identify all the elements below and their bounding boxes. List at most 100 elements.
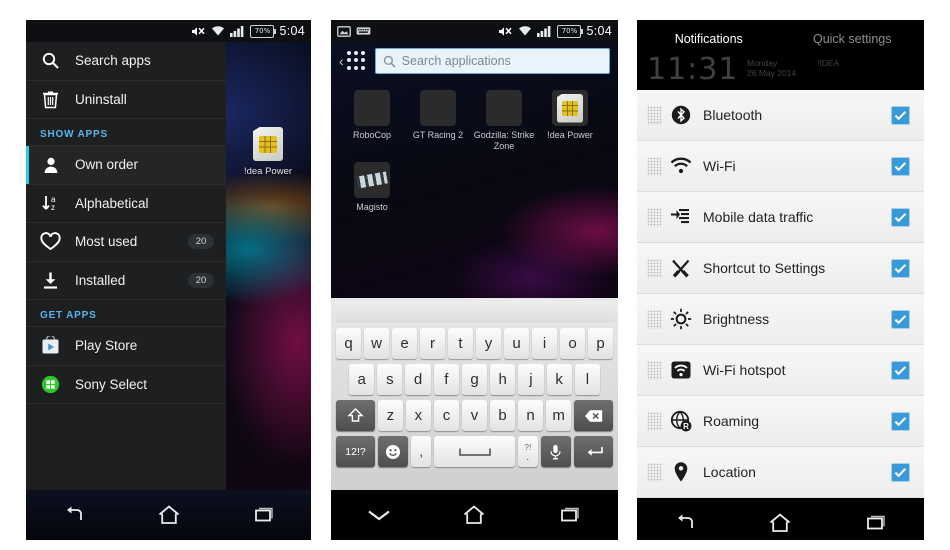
battery-icon: 70% bbox=[250, 24, 277, 38]
recents-icon[interactable] bbox=[844, 503, 908, 540]
home-icon[interactable] bbox=[137, 495, 201, 535]
checkbox-checked[interactable] bbox=[891, 105, 910, 125]
search-input[interactable]: Search applications bbox=[374, 48, 610, 74]
checkbox-checked[interactable] bbox=[891, 360, 910, 380]
checkbox-checked[interactable] bbox=[891, 258, 910, 278]
back-icon[interactable] bbox=[653, 503, 717, 540]
key-r[interactable]: r bbox=[420, 328, 445, 359]
backspace-icon[interactable] bbox=[574, 400, 613, 431]
drag-handle-icon[interactable] bbox=[647, 309, 662, 329]
shift-icon[interactable] bbox=[336, 400, 375, 431]
menu-item-own-order[interactable]: Own order bbox=[26, 146, 226, 185]
key-u[interactable]: u bbox=[504, 328, 529, 359]
quick-setting-row-mobile-data[interactable]: Mobile data traffic bbox=[637, 192, 924, 243]
quick-setting-row-wifi[interactable]: Wi-Fi bbox=[637, 141, 924, 192]
app-grid-icon[interactable] bbox=[346, 51, 367, 71]
key-a[interactable]: a bbox=[349, 364, 375, 395]
key-y[interactable]: y bbox=[476, 328, 501, 359]
drag-handle-icon[interactable] bbox=[647, 156, 662, 176]
shade-date: 26 May 2014 bbox=[747, 68, 797, 78]
app-thumbnail bbox=[354, 162, 390, 198]
checkbox-checked[interactable] bbox=[891, 462, 910, 482]
menu-item-search-apps[interactable]: Search apps bbox=[26, 42, 226, 81]
checkbox-checked[interactable] bbox=[891, 411, 910, 431]
quick-setting-row-wifi-hotspot[interactable]: Wi-Fi hotspot bbox=[637, 345, 924, 396]
back-icon[interactable] bbox=[42, 495, 106, 535]
drag-handle-icon[interactable] bbox=[647, 105, 662, 125]
quick-setting-row-shortcut-to-settings[interactable]: Shortcut to Settings bbox=[637, 243, 924, 294]
menu-item-uninstall[interactable]: Uninstall bbox=[26, 81, 226, 119]
quick-setting-label: Wi-Fi hotspot bbox=[703, 362, 786, 378]
key-comma[interactable]: , bbox=[411, 436, 432, 467]
key-d[interactable]: d bbox=[405, 364, 431, 395]
quick-setting-row-bluetooth[interactable]: Bluetooth bbox=[637, 90, 924, 141]
home-icon[interactable] bbox=[748, 503, 812, 540]
key-t[interactable]: t bbox=[448, 328, 473, 359]
key-numbers-symbols[interactable]: 12!? bbox=[336, 436, 375, 467]
key-e[interactable]: e bbox=[392, 328, 417, 359]
person-icon bbox=[40, 154, 61, 175]
menu-item-most-used[interactable]: Most used 20 bbox=[26, 223, 226, 262]
quick-setting-row-location[interactable]: Location bbox=[637, 447, 924, 498]
app-tile[interactable]: !dea Power bbox=[537, 90, 603, 152]
wifi-icon bbox=[211, 25, 225, 37]
navigation-bar bbox=[637, 498, 924, 540]
key-z[interactable]: z bbox=[377, 400, 403, 431]
key-v[interactable]: v bbox=[461, 400, 488, 431]
key-g[interactable]: g bbox=[461, 364, 488, 395]
key-p[interactable]: p bbox=[588, 328, 613, 359]
key-n[interactable]: n bbox=[518, 400, 544, 431]
app-tile[interactable]: GT Racing 2 bbox=[405, 90, 471, 152]
checkbox-checked[interactable] bbox=[891, 207, 910, 227]
key-h[interactable]: h bbox=[490, 364, 516, 395]
emoji-icon[interactable] bbox=[377, 436, 409, 467]
key-b[interactable]: b bbox=[490, 400, 516, 431]
recents-icon[interactable] bbox=[538, 495, 602, 535]
home-icon[interactable] bbox=[442, 495, 506, 535]
checkbox-checked[interactable] bbox=[891, 309, 910, 329]
key-o[interactable]: o bbox=[560, 328, 585, 359]
key-f[interactable]: f bbox=[433, 364, 459, 395]
enter-icon[interactable] bbox=[574, 436, 613, 467]
menu-item-installed[interactable]: Installed 20 bbox=[26, 262, 226, 300]
tab-notifications[interactable]: Notifications bbox=[637, 32, 781, 46]
tab-quick-settings[interactable]: Quick settings bbox=[781, 32, 925, 46]
checkbox-checked[interactable] bbox=[891, 156, 910, 176]
drag-handle-icon[interactable] bbox=[647, 258, 662, 278]
menu-item-sony-select[interactable]: Sony Select bbox=[26, 366, 226, 404]
key-q[interactable]: q bbox=[336, 328, 361, 359]
key-w[interactable]: w bbox=[364, 328, 389, 359]
key-l[interactable]: l bbox=[574, 364, 600, 395]
drag-handle-icon[interactable] bbox=[647, 360, 662, 380]
key-i[interactable]: i bbox=[532, 328, 557, 359]
app-label: GT Racing 2 bbox=[412, 130, 464, 140]
app-label: Magisto bbox=[356, 202, 388, 212]
chevron-left-icon[interactable]: ‹ bbox=[339, 53, 344, 69]
key-s[interactable]: s bbox=[377, 364, 403, 395]
menu-item-alphabetical[interactable]: az Alphabetical bbox=[26, 185, 226, 223]
app-tile[interactable]: Magisto bbox=[339, 162, 405, 213]
keyboard-row-1: q w e r t y u i o p bbox=[334, 328, 615, 359]
drag-handle-icon[interactable] bbox=[647, 207, 662, 227]
recents-icon[interactable] bbox=[232, 495, 296, 535]
key-k[interactable]: k bbox=[546, 364, 572, 395]
key-space[interactable] bbox=[434, 436, 515, 467]
key-x[interactable]: x bbox=[405, 400, 431, 431]
mic-icon[interactable] bbox=[540, 436, 572, 467]
key-c[interactable]: c bbox=[433, 400, 459, 431]
phone-panel-app-drawer-menu: 70% 5:04 Search apps Uninstall SHOW APPS bbox=[26, 20, 311, 540]
app-tile[interactable]: Godzilla: Strike Zone bbox=[471, 90, 537, 152]
drag-handle-icon[interactable] bbox=[647, 462, 662, 482]
key-m[interactable]: m bbox=[546, 400, 572, 431]
menu-item-play-store[interactable]: Play Store bbox=[26, 327, 226, 366]
home-app-icon-idea-power[interactable]: !dea Power bbox=[234, 127, 302, 177]
quick-setting-row-roaming[interactable]: R Roaming bbox=[637, 396, 924, 447]
key-period[interactable]: ?! . bbox=[517, 436, 538, 467]
app-tile[interactable]: RoboCop bbox=[339, 90, 405, 152]
key-j[interactable]: j bbox=[518, 364, 544, 395]
suggestion-strip[interactable] bbox=[334, 301, 615, 323]
collapse-keyboard-icon[interactable] bbox=[347, 495, 411, 535]
hotspot-icon bbox=[669, 358, 693, 382]
quick-setting-row-brightness[interactable]: Brightness bbox=[637, 294, 924, 345]
drag-handle-icon[interactable] bbox=[647, 411, 662, 431]
